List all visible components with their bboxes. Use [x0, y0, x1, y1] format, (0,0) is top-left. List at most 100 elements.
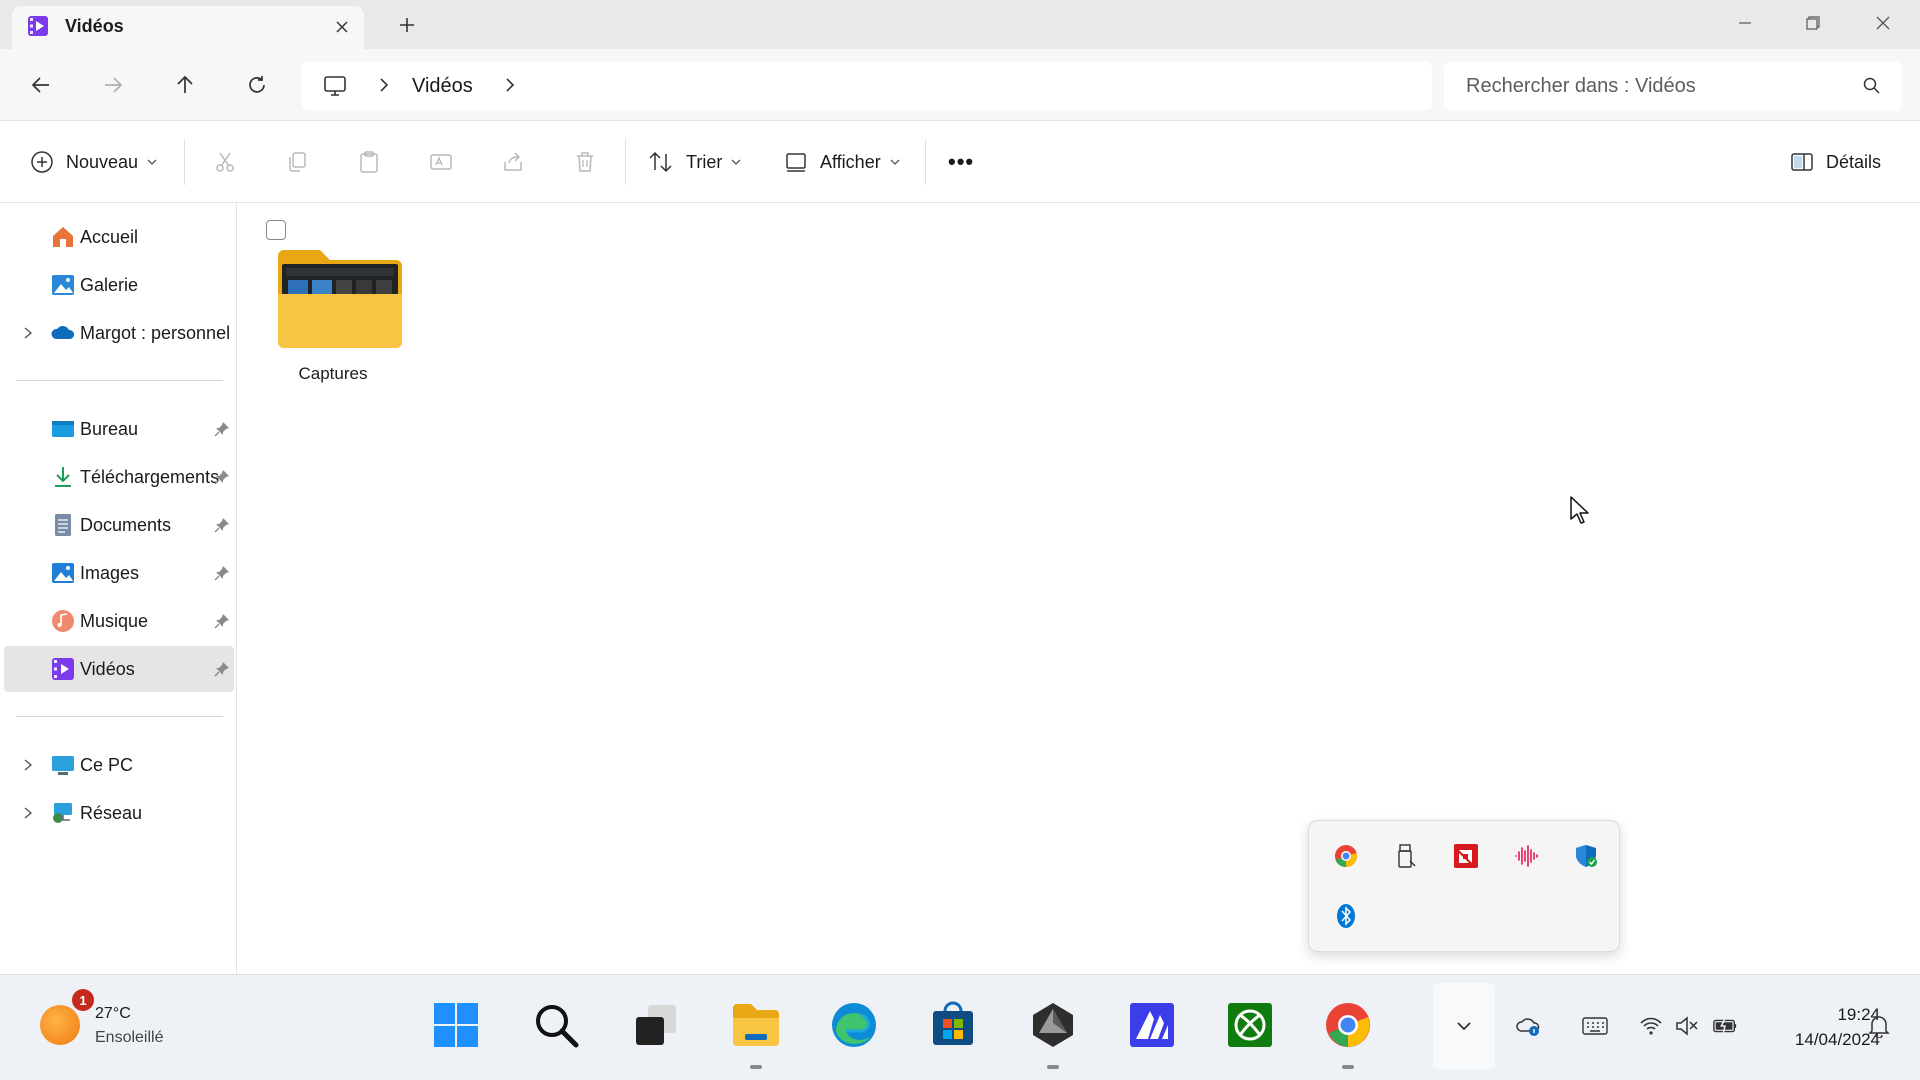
up-arrow-icon[interactable] — [168, 68, 202, 102]
xbox-icon[interactable] — [1224, 999, 1276, 1051]
onedrive-status-icon[interactable] — [1516, 1013, 1542, 1039]
folder-name: Captures — [298, 364, 368, 383]
pin-icon[interactable] — [214, 421, 230, 437]
more-icon: ••• — [948, 149, 975, 174]
delete-icon[interactable] — [571, 148, 599, 176]
sort-label: Trier — [686, 151, 723, 172]
chevron-right-icon[interactable] — [20, 757, 36, 773]
copy-icon[interactable] — [283, 148, 311, 176]
sidebar-item-label: Bureau — [80, 418, 139, 439]
chevron-right-icon[interactable] — [20, 805, 36, 821]
details-label: Détails — [1826, 151, 1882, 172]
folder-icon — [278, 250, 402, 348]
sidebar-item-label: Accueil — [80, 226, 139, 247]
pin-icon[interactable] — [214, 613, 230, 629]
sidebar-item-gallery[interactable]: Galerie — [4, 262, 234, 308]
videos-icon — [28, 16, 48, 36]
weather-temperature: 27°C — [95, 1005, 131, 1022]
unity-icon[interactable] — [1027, 999, 1079, 1051]
pin-icon[interactable] — [214, 565, 230, 581]
close-window-icon[interactable] — [1868, 8, 1898, 38]
refresh-icon[interactable] — [240, 68, 274, 102]
back-arrow-icon[interactable] — [24, 68, 58, 102]
restore-icon[interactable] — [1798, 8, 1828, 38]
details-button[interactable]: Détails — [1790, 143, 1881, 181]
usb-drive-icon[interactable] — [1391, 841, 1421, 871]
sidebar-item-videos[interactable]: Vidéos — [4, 646, 234, 692]
title-bar: Vidéos — [0, 0, 1920, 49]
sidebar-item-documents[interactable]: Documents — [4, 502, 234, 548]
pin-icon[interactable] — [214, 661, 230, 677]
chevron-right-icon[interactable] — [500, 75, 520, 95]
defender-icon[interactable] — [1571, 841, 1601, 871]
minimize-icon[interactable] — [1730, 8, 1760, 38]
wifi-icon[interactable] — [1638, 1013, 1664, 1039]
battery-charging-icon[interactable] — [1712, 1013, 1738, 1039]
divider — [16, 716, 223, 717]
chevron-right-icon[interactable] — [374, 75, 394, 95]
sidebar-item-music[interactable]: Musique — [4, 598, 234, 644]
desktop-folder-icon — [52, 421, 74, 437]
sidebar-item-downloads[interactable]: Téléchargements — [4, 454, 234, 500]
rename-icon[interactable] — [427, 148, 455, 176]
cut-icon[interactable] — [211, 148, 239, 176]
more-options-button[interactable]: ••• — [948, 143, 974, 181]
chrome-remote-icon[interactable] — [1331, 841, 1361, 871]
paste-icon[interactable] — [355, 148, 383, 176]
clock-time[interactable]: 19:24 — [1760, 1005, 1880, 1025]
sidebar-item-label: Vidéos — [80, 658, 135, 679]
chevron-right-icon[interactable] — [20, 325, 36, 341]
sidebar-item-desktop[interactable]: Bureau — [4, 406, 234, 452]
breadcrumb-videos[interactable]: Vidéos — [412, 75, 473, 98]
new-tab-button[interactable] — [394, 12, 420, 38]
pin-icon[interactable] — [214, 517, 230, 533]
sidebar-item-pictures[interactable]: Images — [4, 550, 234, 596]
keyboard-icon[interactable] — [1582, 1013, 1608, 1039]
store-icon[interactable] — [927, 999, 979, 1051]
new-button[interactable]: Nouveau — [30, 143, 158, 181]
view-button[interactable]: Afficher — [784, 143, 901, 181]
chrome-icon[interactable] — [1322, 999, 1374, 1051]
amd-icon[interactable] — [1451, 841, 1481, 871]
search-icon[interactable] — [1862, 76, 1882, 96]
sort-button[interactable]: Trier — [648, 143, 742, 181]
volume-muted-icon[interactable] — [1674, 1013, 1700, 1039]
bluetooth-icon[interactable] — [1331, 901, 1361, 931]
folder-item-captures[interactable]: Captures — [262, 216, 404, 396]
tab-videos[interactable]: Vidéos — [12, 6, 364, 49]
weather-description: Ensoleillé — [95, 1029, 164, 1046]
edge-icon[interactable] — [828, 999, 880, 1051]
close-tab-icon[interactable] — [330, 15, 354, 39]
audio-wave-icon[interactable] — [1511, 841, 1541, 871]
sidebar-item-onedrive[interactable]: Margot : personnel — [4, 310, 234, 356]
separator — [184, 139, 185, 185]
forward-arrow-icon[interactable] — [96, 68, 130, 102]
sidebar-item-this-pc[interactable]: Ce PC — [4, 742, 234, 788]
metaeditor-icon[interactable] — [1126, 999, 1178, 1051]
mouse-cursor-icon — [1570, 496, 1589, 524]
search-icon[interactable] — [530, 999, 582, 1051]
pin-icon[interactable] — [214, 469, 230, 485]
task-view-icon[interactable] — [630, 999, 682, 1051]
clock-date[interactable]: 14/04/2024 — [1750, 1030, 1880, 1050]
notification-bell-icon[interactable] — [1866, 1013, 1892, 1039]
new-label: Nouveau — [66, 151, 139, 172]
item-checkbox[interactable] — [266, 220, 286, 240]
share-icon[interactable] — [499, 148, 527, 176]
search-input[interactable]: Rechercher dans : Vidéos — [1444, 62, 1902, 110]
show-hidden-icons-button[interactable] — [1433, 983, 1495, 1069]
file-explorer-icon[interactable] — [730, 999, 782, 1051]
sidebar-item-home[interactable]: Accueil — [4, 214, 234, 260]
windows-start-icon[interactable] — [430, 999, 482, 1051]
home-icon — [53, 227, 73, 247]
sidebar-item-label: Réseau — [80, 802, 143, 823]
chevron-down-icon — [147, 159, 157, 165]
this-pc-icon[interactable] — [322, 73, 348, 99]
sidebar-item-label: Images — [80, 562, 140, 583]
onedrive-icon — [51, 326, 75, 339]
this-pc-icon — [52, 756, 74, 775]
documents-icon — [55, 514, 71, 536]
running-indicator — [750, 1065, 762, 1069]
sidebar-item-network[interactable]: Réseau — [4, 790, 234, 836]
address-bar[interactable]: Vidéos — [302, 62, 1432, 110]
